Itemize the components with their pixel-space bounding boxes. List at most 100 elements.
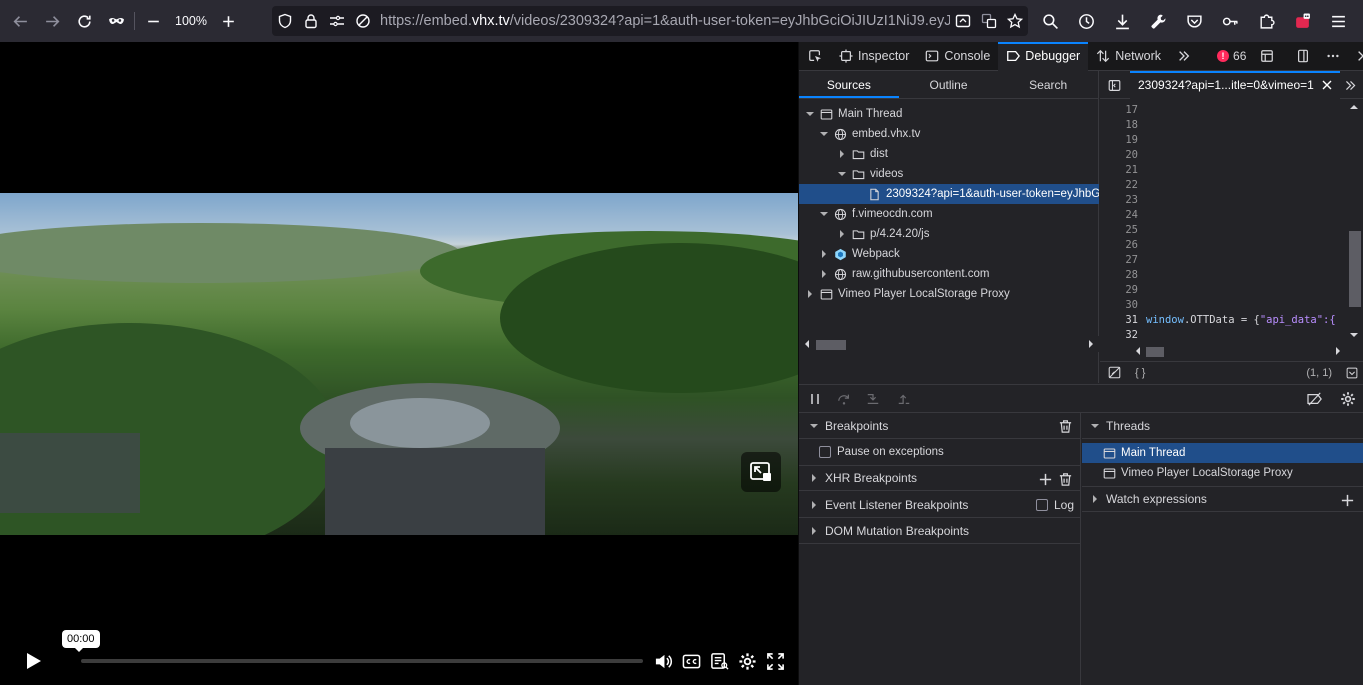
scrollbar-thumb[interactable] (816, 340, 846, 350)
scroll-up-icon[interactable] (1350, 103, 1358, 111)
private-mask-button[interactable] (100, 5, 132, 37)
video-player[interactable]: 00:00 (0, 42, 798, 685)
chevron-down-icon[interactable] (819, 209, 829, 219)
line-number[interactable]: 19 (1100, 134, 1138, 146)
tools-button[interactable] (1140, 5, 1176, 37)
chevron-down-icon[interactable] (819, 129, 829, 139)
tree-horizontal-scrollbar[interactable] (799, 336, 1099, 352)
reload-button[interactable] (68, 5, 100, 37)
tree-item[interactable]: f.vimeocdn.com (799, 204, 1099, 224)
line-number[interactable]: 27 (1100, 254, 1138, 266)
tab-network[interactable]: Network (1088, 42, 1169, 71)
tree-item[interactable]: Main Thread (799, 104, 1099, 124)
settings-button[interactable] (736, 650, 758, 672)
code-line-31[interactable]: window.OTTData = {"api_data":{"api (1146, 314, 1336, 326)
extension-button[interactable] (1284, 5, 1320, 37)
remove-breakpoints-button[interactable] (1057, 418, 1073, 434)
blackbox-icon[interactable] (1108, 366, 1121, 379)
step-in-icon[interactable] (866, 392, 880, 406)
chevron-right-icon[interactable] (819, 269, 829, 279)
watch-expressions-header[interactable]: Watch expressions (1082, 486, 1363, 512)
toggle-sidebar-icon[interactable] (1108, 79, 1121, 92)
chevron-right-icon[interactable] (837, 149, 847, 159)
error-count-badge[interactable]: ! 66 (1211, 49, 1252, 63)
line-number[interactable]: 28 (1100, 269, 1138, 281)
step-over-icon[interactable] (837, 392, 851, 406)
line-number[interactable]: 20 (1100, 149, 1138, 161)
scroll-left-icon[interactable] (803, 340, 811, 348)
editor-file-tab[interactable]: 2309324?api=1...itle=0&vimeo=1 (1130, 70, 1340, 99)
chevron-right-icon[interactable] (837, 229, 847, 239)
tab-debugger[interactable]: Debugger (998, 41, 1089, 71)
pick-element-button[interactable] (799, 42, 831, 71)
tree-item[interactable]: embed.vhx.tv (799, 124, 1099, 144)
pip-button[interactable] (741, 452, 781, 492)
passwords-button[interactable] (1212, 5, 1248, 37)
line-number[interactable]: 26 (1100, 239, 1138, 251)
tree-item[interactable]: dist (799, 144, 1099, 164)
forward-button[interactable] (36, 5, 68, 37)
tab-outline[interactable]: Outline (899, 71, 999, 98)
close-devtools-button[interactable] (1348, 42, 1363, 71)
line-number[interactable]: 29 (1100, 284, 1138, 296)
translate-icon[interactable] (976, 6, 1002, 36)
line-number[interactable]: 17 (1100, 104, 1138, 116)
transcript-button[interactable] (708, 650, 730, 672)
more-tabs-button[interactable] (1169, 42, 1199, 71)
editor-vertical-scrollbar[interactable] (1346, 99, 1362, 343)
line-number[interactable]: 25 (1100, 224, 1138, 236)
zoom-level[interactable]: 100% (169, 14, 213, 28)
scroll-left-icon[interactable] (1134, 347, 1142, 355)
devtools-menu-button[interactable] (1318, 42, 1348, 71)
url-bar[interactable]: https://embed.vhx.tv/videos/2309324?api=… (272, 6, 1028, 36)
tab-console[interactable]: Console (917, 42, 998, 71)
pause-icon[interactable] (809, 393, 821, 405)
captions-button[interactable] (680, 650, 702, 672)
step-out-icon[interactable] (897, 392, 911, 406)
tree-item[interactable]: Webpack (799, 244, 1099, 264)
scroll-down-icon[interactable] (1350, 331, 1358, 339)
thread-item-proxy[interactable]: Vimeo Player LocalStorage Proxy (1082, 463, 1363, 483)
tree-item[interactable]: raw.githubusercontent.com (799, 264, 1099, 284)
zoom-out-button[interactable] (137, 5, 169, 37)
threads-header[interactable]: Threads (1082, 413, 1363, 439)
tab-sources[interactable]: Sources (799, 71, 899, 98)
tab-inspector[interactable]: Inspector (831, 42, 917, 71)
breakpoints-header[interactable]: Breakpoints (799, 413, 1080, 439)
progress-bar[interactable] (81, 659, 643, 663)
double-chevron-right-icon[interactable] (1344, 79, 1357, 92)
scroll-right-icon[interactable] (1087, 340, 1095, 348)
tree-item[interactable]: videos (799, 164, 1099, 184)
add-watch-expression-button[interactable] (1339, 492, 1355, 508)
fullscreen-button[interactable] (764, 650, 786, 672)
toggle-bottom-panel-icon[interactable] (1346, 367, 1358, 379)
pocket-button[interactable] (1176, 5, 1212, 37)
downloads-button[interactable] (1104, 5, 1140, 37)
chevron-right-icon[interactable] (805, 289, 815, 299)
autoplay-blocked-icon[interactable] (350, 6, 376, 36)
pause-on-exceptions-checkbox[interactable] (819, 446, 831, 458)
chevron-down-icon[interactable] (805, 109, 815, 119)
dom-mutation-breakpoints-header[interactable]: DOM Mutation Breakpoints (799, 518, 1080, 544)
reader-view-icon[interactable] (950, 6, 976, 36)
gear-icon[interactable] (1340, 391, 1356, 407)
pause-on-exceptions-row[interactable]: Pause on exceptions (799, 442, 1080, 462)
line-number[interactable]: 18 (1100, 119, 1138, 131)
event-listener-breakpoints-header[interactable]: Event Listener Breakpoints Log (799, 492, 1080, 518)
url-text[interactable]: https://embed.vhx.tv/videos/2309324?api=… (376, 13, 950, 29)
tab-search[interactable]: Search (998, 71, 1098, 98)
close-tab-icon[interactable] (1322, 80, 1332, 90)
search-button[interactable] (1032, 5, 1068, 37)
chevron-down-icon[interactable] (837, 169, 847, 179)
line-number[interactable]: 24 (1100, 209, 1138, 221)
chevron-right-icon[interactable] (819, 249, 829, 259)
line-number[interactable]: 32 (1100, 329, 1138, 341)
split-console-button[interactable] (1252, 42, 1282, 71)
deactivate-breakpoints-icon[interactable] (1307, 392, 1323, 406)
scrollbar-thumb[interactable] (1146, 347, 1164, 357)
line-number[interactable]: 31 (1100, 314, 1138, 326)
tree-item[interactable]: 2309324?api=1&auth-user-token=eyJhbGciOi… (799, 184, 1099, 204)
log-events-toggle[interactable]: Log (1035, 498, 1074, 512)
back-button[interactable] (4, 5, 36, 37)
pretty-print-button[interactable]: { } (1135, 367, 1145, 379)
